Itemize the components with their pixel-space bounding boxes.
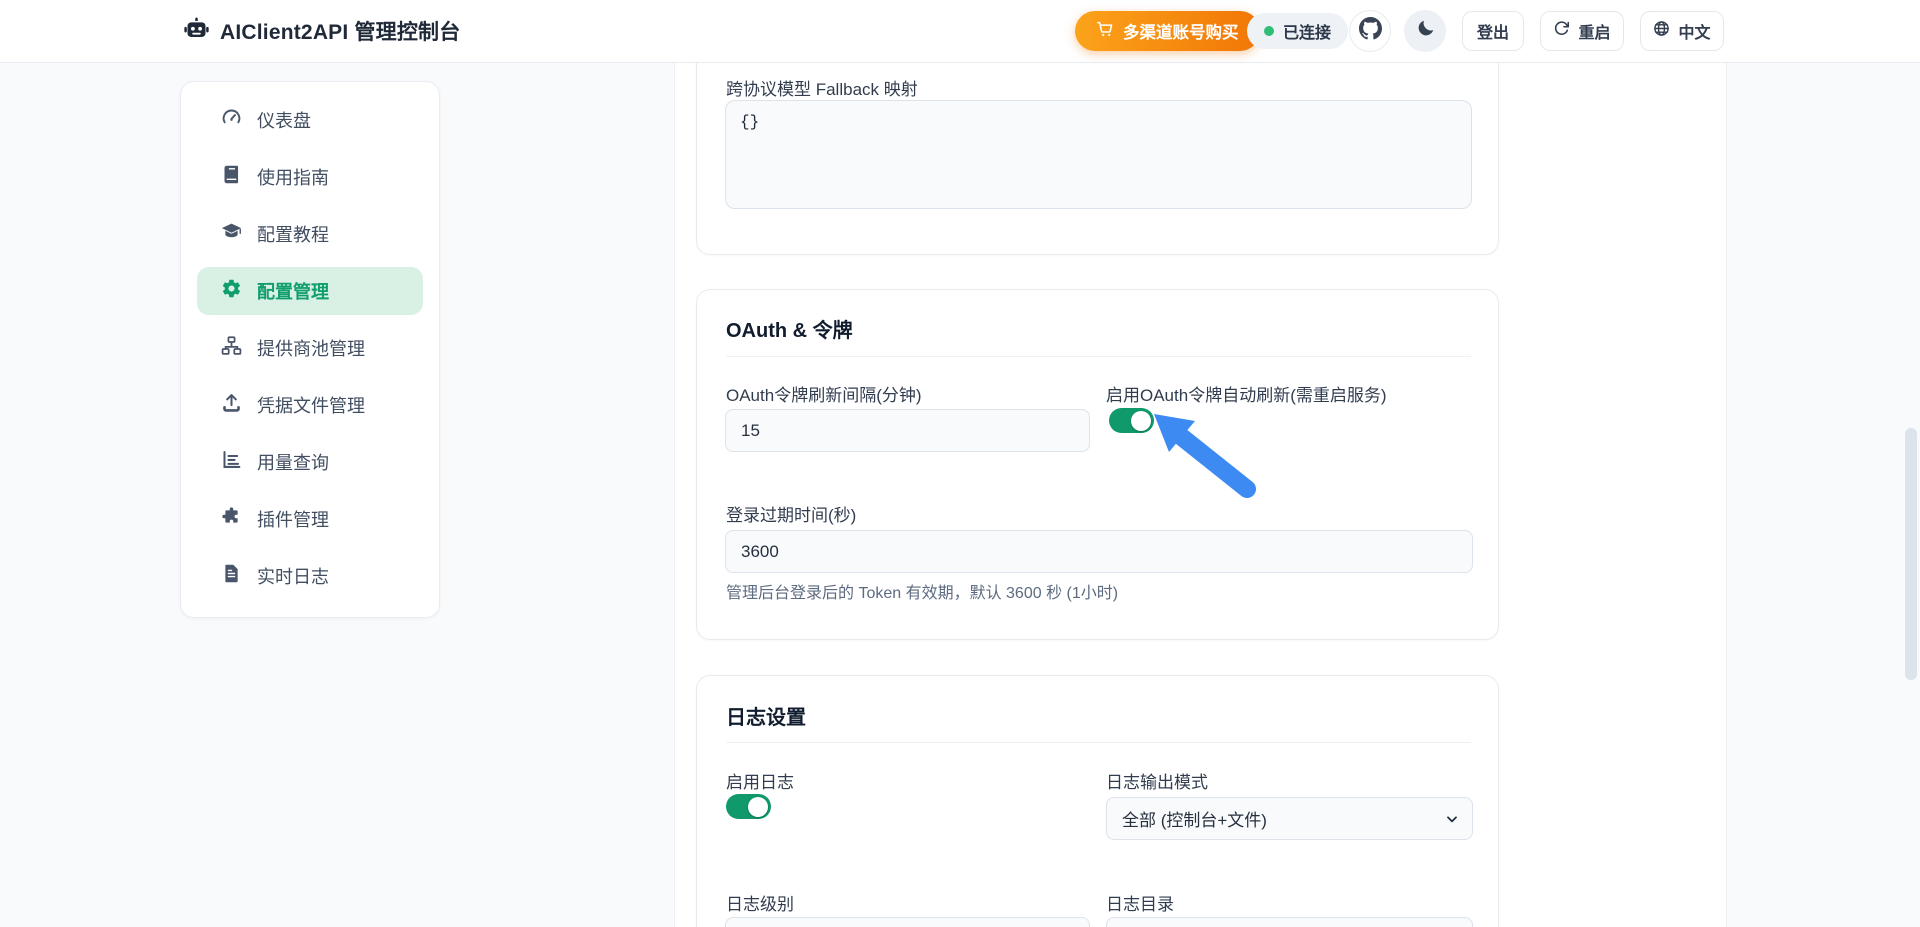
sidebar-item-credential-files[interactable]: 凭据文件管理 <box>197 381 423 429</box>
log-section-title: 日志设置 <box>726 701 806 730</box>
sidebar-item-user-guide[interactable]: 使用指南 <box>197 153 423 201</box>
divider <box>726 356 1471 357</box>
github-button[interactable] <box>1349 10 1391 52</box>
login-expiry-label: 登录过期时间(秒) <box>726 501 856 526</box>
bar-chart-icon <box>221 449 242 475</box>
globe-icon <box>1653 20 1670 42</box>
fallback-mapping-label: 跨协议模型 Fallback 映射 <box>726 75 918 100</box>
sidebar-item-label: 用量查询 <box>257 449 329 475</box>
sidebar-item-label: 使用指南 <box>257 164 329 190</box>
log-output-mode-value: 全部 (控制台+文件) <box>1122 806 1267 831</box>
language-button[interactable]: 中文 <box>1640 11 1724 51</box>
sidebar-item-plugin-management[interactable]: 插件管理 <box>197 495 423 543</box>
login-expiry-input[interactable] <box>725 530 1473 573</box>
logout-button[interactable]: 登出 <box>1462 11 1524 51</box>
sidebar-item-label: 凭据文件管理 <box>257 392 365 418</box>
log-dir-label: 日志目录 <box>1106 890 1174 915</box>
puzzle-icon <box>221 506 242 532</box>
app-window: AIClient2API 管理控制台 多渠道账号购买 已连接 登出 <box>0 0 1920 927</box>
cart-icon <box>1096 20 1114 43</box>
sidebar-item-config-tutorial[interactable]: 配置教程 <box>197 210 423 258</box>
sidebar-item-label: 插件管理 <box>257 506 329 532</box>
gauge-icon <box>221 107 242 133</box>
fallback-mapping-textarea[interactable]: {} <box>725 100 1472 209</box>
scrollbar-thumb[interactable] <box>1905 428 1917 680</box>
sidebar-item-label: 实时日志 <box>257 563 329 589</box>
sidebar-item-usage-query[interactable]: 用量查询 <box>197 438 423 486</box>
github-icon <box>1359 17 1382 45</box>
top-header: AIClient2API 管理控制台 多渠道账号购买 已连接 登出 <box>0 0 1920 63</box>
sidebar-nav: 仪表盘 使用指南 配置教程 配置管理 提供商池管理 凭据文件管理 用量查询 <box>180 81 440 618</box>
chevron-down-icon <box>1444 811 1460 827</box>
gear-icon <box>221 278 242 304</box>
sidebar-item-label: 配置教程 <box>257 221 329 247</box>
log-dir-input[interactable] <box>1106 917 1473 927</box>
sidebar-item-label: 配置管理 <box>257 278 329 304</box>
graduation-cap-icon <box>221 221 242 247</box>
refresh-icon <box>1553 20 1570 42</box>
oauth-section-title: OAuth & 令牌 <box>726 314 853 343</box>
upload-icon <box>221 392 242 418</box>
sidebar-item-label: 提供商池管理 <box>257 335 365 361</box>
multi-channel-buy-button[interactable]: 多渠道账号购买 <box>1075 11 1260 51</box>
log-settings-card: 日志设置 启用日志 日志输出模式 全部 (控制台+文件) 日志级别 日志目录 <box>696 675 1499 927</box>
dark-mode-toggle-button[interactable] <box>1404 10 1446 52</box>
status-dot-icon <box>1264 26 1274 36</box>
book-icon <box>221 164 242 190</box>
oauth-auto-refresh-label: 启用OAuth令牌自动刷新(需重启服务) <box>1106 381 1387 406</box>
oauth-refresh-interval-label: OAuth令牌刷新间隔(分钟) <box>726 381 922 406</box>
sidebar-item-realtime-logs[interactable]: 实时日志 <box>197 552 423 600</box>
connection-status-badge: 已连接 <box>1247 13 1348 49</box>
enable-log-label: 启用日志 <box>726 768 794 793</box>
oauth-auto-refresh-toggle[interactable] <box>1109 408 1154 433</box>
log-level-label: 日志级别 <box>726 890 794 915</box>
sidebar-item-provider-pool[interactable]: 提供商池管理 <box>197 324 423 372</box>
log-output-mode-label: 日志输出模式 <box>1106 768 1208 793</box>
enable-log-toggle[interactable] <box>726 794 771 819</box>
restart-button[interactable]: 重启 <box>1540 11 1624 51</box>
annotation-arrow-icon <box>1141 408 1273 500</box>
robot-icon <box>183 15 210 47</box>
divider <box>726 742 1471 743</box>
moon-icon <box>1415 18 1436 44</box>
sidebar-item-config-management[interactable]: 配置管理 <box>197 267 423 315</box>
oauth-token-card: OAuth & 令牌 OAuth令牌刷新间隔(分钟) 启用OAuth令牌自动刷新… <box>696 289 1499 640</box>
sidebar-item-label: 仪表盘 <box>257 107 311 133</box>
page-title: AIClient2API 管理控制台 <box>220 16 460 46</box>
sidebar-item-dashboard[interactable]: 仪表盘 <box>197 96 423 144</box>
sitemap-icon <box>221 335 242 361</box>
log-level-input[interactable] <box>725 917 1090 927</box>
oauth-refresh-interval-input[interactable] <box>725 409 1090 452</box>
app-logo: AIClient2API 管理控制台 <box>183 0 460 62</box>
log-output-mode-select[interactable]: 全部 (控制台+文件) <box>1106 797 1473 840</box>
login-expiry-help-text: 管理后台登录后的 Token 有效期，默认 3600 秒 (1小时) <box>726 579 1118 603</box>
log-file-icon <box>221 563 242 589</box>
